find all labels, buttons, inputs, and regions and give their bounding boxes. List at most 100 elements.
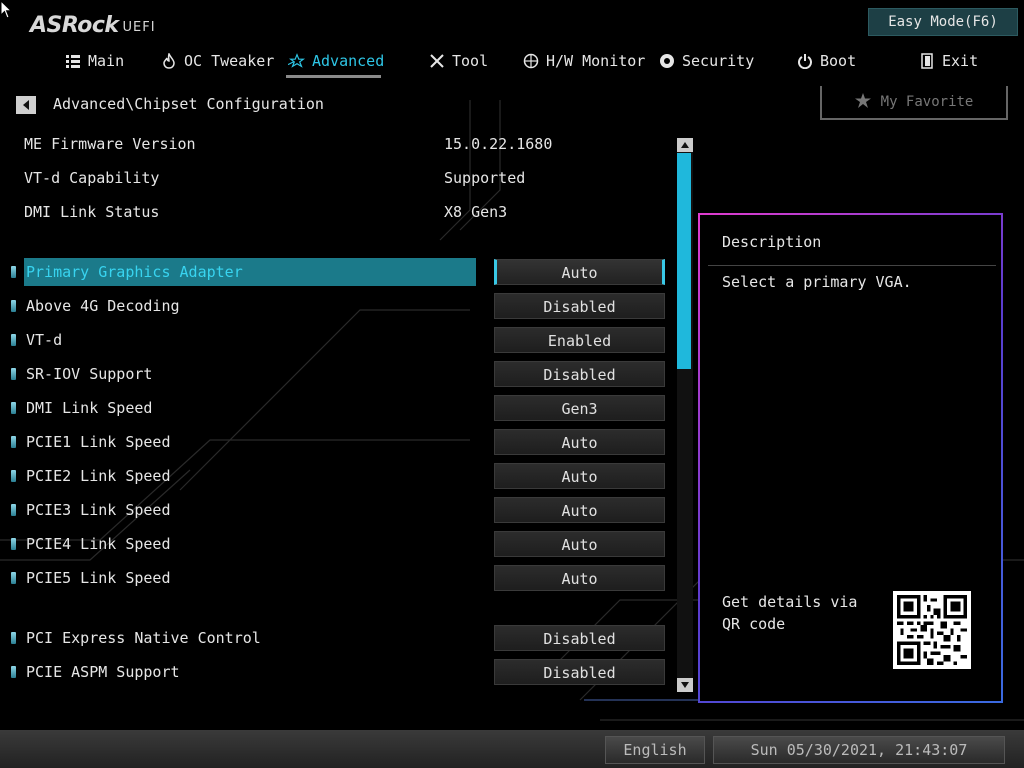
setting-dmi-link-speed[interactable]: DMI Link Speed Gen3	[10, 394, 670, 422]
description-divider	[708, 265, 996, 266]
setting-label: Above 4G Decoding	[26, 297, 180, 315]
logo-sub-text: UEFI	[122, 20, 156, 35]
info-value: X8 Gen3	[444, 203, 508, 221]
tools-icon	[428, 52, 446, 70]
tab-tool-label: Tool	[452, 52, 489, 70]
row-bullet-icon	[11, 368, 16, 380]
setting-value-dropdown[interactable]: Disabled	[494, 361, 665, 387]
shield-icon	[658, 52, 676, 70]
setting-label: PCIE ASPM Support	[26, 663, 180, 681]
setting-label: SR-IOV Support	[26, 365, 153, 383]
info-key: ME Firmware Version	[24, 135, 196, 153]
tab-advanced-label: Advanced	[312, 52, 385, 70]
row-bullet-icon	[11, 504, 16, 516]
setting-value-dropdown[interactable]: Auto	[494, 497, 665, 523]
info-key: DMI Link Status	[24, 203, 160, 221]
tab-hw-monitor[interactable]: H/W Monitor	[522, 46, 645, 76]
mouse-cursor-icon	[0, 0, 13, 19]
tab-main[interactable]: Main	[64, 46, 124, 76]
setting-label: PCIE3 Link Speed	[26, 501, 171, 519]
tab-boot-label: Boot	[820, 52, 857, 70]
scroll-up-button[interactable]	[677, 138, 693, 152]
monitor-icon	[522, 52, 540, 70]
setting-label: VT-d	[26, 331, 63, 349]
list-icon	[64, 52, 82, 70]
exit-icon	[918, 52, 936, 70]
setting-above-4g-decoding[interactable]: Above 4G Decoding Disabled	[10, 292, 670, 320]
scroll-down-button[interactable]	[677, 678, 693, 692]
tab-oc-tweaker[interactable]: OC Tweaker	[160, 46, 274, 76]
asrock-logo: ASRock UEFI	[30, 8, 156, 38]
easy-mode-button[interactable]: Easy Mode(F6)	[868, 8, 1018, 36]
qr-details-text: Get details via QR code	[722, 593, 858, 633]
back-button[interactable]	[16, 96, 36, 114]
row-bullet-icon	[11, 538, 16, 550]
favorite-star-icon	[854, 92, 871, 112]
setting-value-dropdown[interactable]: Auto	[494, 429, 665, 455]
tab-exit[interactable]: Exit	[918, 46, 978, 76]
language-button[interactable]: English	[605, 736, 705, 764]
setting-vt-d[interactable]: VT-d Enabled	[10, 326, 670, 354]
row-bullet-icon	[11, 572, 16, 584]
tab-main-label: Main	[88, 52, 125, 70]
setting-pcie4-link-speed[interactable]: PCIE4 Link Speed Auto	[10, 530, 670, 558]
setting-label: PCI Express Native Control	[26, 629, 261, 647]
setting-value-dropdown[interactable]: Disabled	[494, 293, 665, 319]
breadcrumb: Advanced\Chipset Configuration	[53, 95, 324, 113]
star-icon	[288, 52, 306, 70]
active-tab-indicator	[286, 75, 381, 78]
my-favorite-button[interactable]: My Favorite	[820, 86, 1008, 120]
description-panel: Description Select a primary VGA. Get de…	[698, 213, 1003, 703]
setting-value-dropdown[interactable]: Disabled	[494, 659, 665, 685]
tab-tool[interactable]: Tool	[428, 46, 488, 76]
tab-hw-monitor-label: H/W Monitor	[546, 52, 646, 70]
tab-boot[interactable]: Boot	[796, 46, 856, 76]
setting-label: PCIE2 Link Speed	[26, 467, 171, 485]
row-bullet-icon	[11, 300, 16, 312]
setting-pcie2-link-speed[interactable]: PCIE2 Link Speed Auto	[10, 462, 670, 490]
setting-pcie3-link-speed[interactable]: PCIE3 Link Speed Auto	[10, 496, 670, 524]
setting-value-dropdown[interactable]: Auto	[494, 463, 665, 489]
row-bullet-icon	[11, 402, 16, 414]
setting-sr-iov-support[interactable]: SR-IOV Support Disabled	[10, 360, 670, 388]
qr-code	[893, 591, 971, 669]
flame-icon	[160, 52, 178, 70]
row-bullet-icon	[11, 436, 16, 448]
description-text: Select a primary VGA.	[722, 273, 912, 291]
setting-pci-express-native-control[interactable]: PCI Express Native Control Disabled	[10, 624, 670, 652]
setting-pcie1-link-speed[interactable]: PCIE1 Link Speed Auto	[10, 428, 670, 456]
tab-security[interactable]: Security	[658, 46, 754, 76]
scrollbar-thumb[interactable]	[677, 153, 691, 369]
my-favorite-label: My Favorite	[880, 94, 974, 110]
row-bullet-icon	[11, 266, 16, 278]
setting-value-dropdown[interactable]: Auto	[494, 531, 665, 557]
info-row: DMI Link Status X8 Gen3	[24, 203, 584, 225]
datetime-display: Sun 05/30/2021, 21:43:07	[713, 736, 1005, 764]
setting-value-dropdown[interactable]: Gen3	[494, 395, 665, 421]
info-value: 15.0.22.1680	[444, 135, 553, 153]
info-row: ME Firmware Version 15.0.22.1680	[24, 135, 584, 157]
row-bullet-icon	[11, 470, 16, 482]
triangle-down-icon	[681, 682, 689, 688]
setting-pcie5-link-speed[interactable]: PCIE5 Link Speed Auto	[10, 564, 670, 592]
setting-value-dropdown[interactable]: Enabled	[494, 327, 665, 353]
tab-oc-tweaker-label: OC Tweaker	[184, 52, 275, 70]
setting-value-dropdown[interactable]: Disabled	[494, 625, 665, 651]
power-icon	[796, 52, 814, 70]
main-menu-tabs: Main OC Tweaker Advanced Tool H/W Monito…	[0, 46, 1024, 78]
setting-label: PCIE1 Link Speed	[26, 433, 171, 451]
row-bullet-icon	[11, 334, 16, 346]
back-arrow-icon	[23, 100, 29, 110]
logo-main-text: ASRock	[30, 13, 119, 38]
tab-security-label: Security	[682, 52, 755, 70]
setting-label: DMI Link Speed	[26, 399, 153, 417]
setting-primary-graphics-adapter[interactable]: Primary Graphics Adapter Auto	[10, 258, 670, 286]
setting-value-dropdown[interactable]: Auto	[494, 565, 665, 591]
description-title: Description	[722, 233, 822, 251]
info-row: VT-d Capability Supported	[24, 169, 584, 191]
row-bullet-icon	[11, 666, 16, 678]
setting-pcie-aspm-support[interactable]: PCIE ASPM Support Disabled	[10, 658, 670, 686]
row-bullet-icon	[11, 632, 16, 644]
setting-value-dropdown[interactable]: Auto	[494, 259, 665, 285]
tab-advanced[interactable]: Advanced	[288, 46, 384, 76]
